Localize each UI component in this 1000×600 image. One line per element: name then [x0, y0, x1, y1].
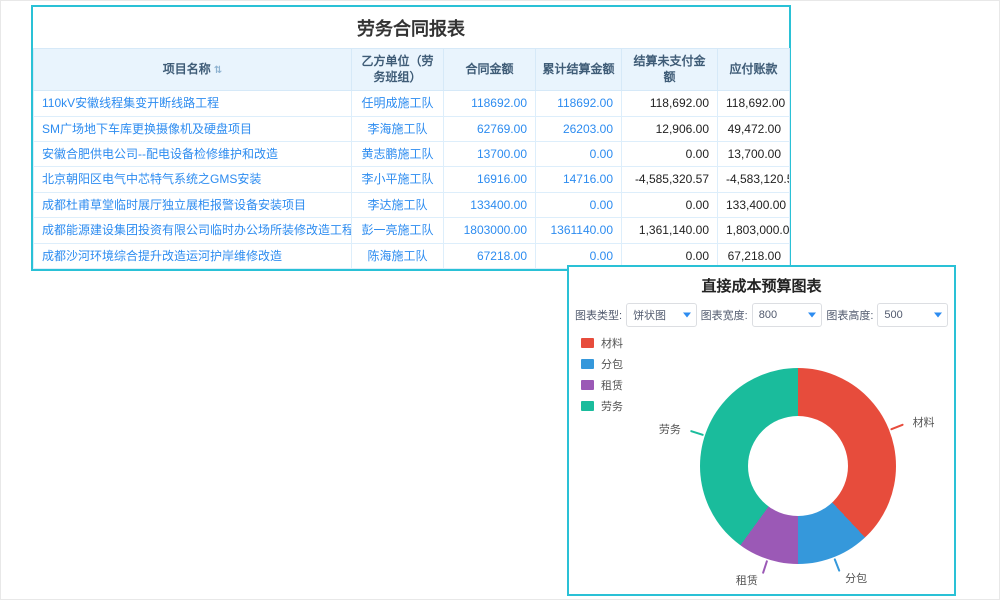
chart-type-value: 饼状图 — [633, 307, 666, 323]
chart-legend: 材料分包租赁劳务 — [581, 335, 623, 414]
report-table-header: 项目名称⇅ 乙方单位（劳务班组） 合同金额 累计结算金额 结算未支付金额 应付账… — [34, 49, 790, 91]
chevron-down-icon — [808, 313, 816, 318]
cell-contract: 16916.00 — [444, 167, 536, 192]
table-row: 110kV安徽线程集变开断线路工程任明成施工队118692.00118692.0… — [34, 91, 790, 116]
cell-unpaid: 12,906.00 — [622, 116, 718, 141]
donut-hole — [748, 416, 848, 516]
chart-type-select[interactable]: 饼状图 — [626, 303, 697, 327]
legend-item[interactable]: 租赁 — [581, 377, 623, 393]
cell-contract: 13700.00 — [444, 141, 536, 166]
column-header-team: 乙方单位（劳务班组） — [352, 49, 444, 91]
cell-payable: 13,700.00 — [718, 141, 790, 166]
legend-label: 租赁 — [601, 377, 623, 393]
table-row: 北京朝阳区电气中芯特气系统之GMS安装李小平施工队16916.0014716.0… — [34, 167, 790, 192]
legend-label: 劳务 — [601, 398, 623, 414]
cell-unpaid: 1,361,140.00 — [622, 218, 718, 243]
legend-label: 分包 — [601, 356, 623, 372]
cell-settled: 14716.00 — [536, 167, 622, 192]
sort-icon[interactable]: ⇅ — [214, 65, 222, 76]
direct-cost-chart-panel: 直接成本预算图表 图表类型: 饼状图 图表宽度: 800 图表高度: 500 材… — [567, 265, 956, 596]
chart-width-select[interactable]: 800 — [752, 303, 823, 327]
cell-project[interactable]: SM广场地下车库更换摄像机及硬盘项目 — [34, 116, 352, 141]
chart-height-value: 500 — [884, 309, 902, 321]
cell-settled: 118692.00 — [536, 91, 622, 116]
column-header-label: 项目名称 — [163, 62, 211, 76]
cell-team: 任明成施工队 — [352, 91, 444, 116]
chart-height-select[interactable]: 500 — [877, 303, 948, 327]
slice-leader-line — [690, 430, 704, 436]
chart-height-label: 图表高度: — [826, 307, 873, 323]
legend-item[interactable]: 材料 — [581, 335, 623, 351]
table-row: 成都能源建设集团投资有限公司临时办公场所装修改造工程EPC彭一亮施工队18030… — [34, 218, 790, 243]
chart-width-value: 800 — [759, 309, 777, 321]
cell-team: 彭一亮施工队 — [352, 218, 444, 243]
legend-swatch — [581, 338, 594, 348]
cell-team: 陈海施工队 — [352, 243, 444, 268]
cell-payable: -4,583,120.57 — [718, 167, 790, 192]
cell-payable: 49,472.00 — [718, 116, 790, 141]
table-row: SM广场地下车库更换摄像机及硬盘项目李海施工队62769.0026203.001… — [34, 116, 790, 141]
cell-team: 李小平施工队 — [352, 167, 444, 192]
column-header-settled-amount: 累计结算金额 — [536, 49, 622, 91]
report-title: 劳务合同报表 — [33, 7, 789, 48]
cell-contract: 1803000.00 — [444, 218, 536, 243]
cell-project[interactable]: 安徽合肥供电公司--配电设备检修维护和改造 — [34, 141, 352, 166]
slice-label: 材料 — [913, 414, 935, 430]
labor-contract-report-panel: 劳务合同报表 项目名称⇅ 乙方单位（劳务班组） 合同金额 累计结算金额 结算未支… — [31, 5, 791, 271]
cell-contract: 118692.00 — [444, 91, 536, 116]
cell-team: 黄志鹏施工队 — [352, 141, 444, 166]
chart-controls: 图表类型: 饼状图 图表宽度: 800 图表高度: 500 — [569, 301, 954, 327]
legend-item[interactable]: 劳务 — [581, 398, 623, 414]
slice-leader-line — [834, 558, 841, 572]
chart-title: 直接成本预算图表 — [569, 267, 954, 301]
cell-project[interactable]: 成都杜甫草堂临时展厅独立展柜报警设备安装项目 — [34, 192, 352, 217]
legend-label: 材料 — [601, 335, 623, 351]
cell-unpaid: 118,692.00 — [622, 91, 718, 116]
cell-unpaid: 0.00 — [622, 141, 718, 166]
chart-width-label: 图表宽度: — [701, 307, 748, 323]
cell-settled: 0.00 — [536, 192, 622, 217]
cell-contract: 62769.00 — [444, 116, 536, 141]
cell-settled: 0.00 — [536, 141, 622, 166]
cell-project[interactable]: 成都能源建设集团投资有限公司临时办公场所装修改造工程EPC — [34, 218, 352, 243]
cell-payable: 1,803,000.00 — [718, 218, 790, 243]
chevron-down-icon — [683, 313, 691, 318]
table-row: 成都杜甫草堂临时展厅独立展柜报警设备安装项目李达施工队133400.000.00… — [34, 192, 790, 217]
column-header-unpaid-amount: 结算未支付金额 — [622, 49, 718, 91]
cell-team: 李海施工队 — [352, 116, 444, 141]
cell-unpaid: 0.00 — [622, 192, 718, 217]
cell-payable: 133,400.00 — [718, 192, 790, 217]
legend-swatch — [581, 401, 594, 411]
column-header-project[interactable]: 项目名称⇅ — [34, 49, 352, 91]
column-header-contract-amount: 合同金额 — [444, 49, 536, 91]
pie-chart-area: 材料分包租赁劳务 材料分包租赁劳务 — [569, 331, 954, 599]
cell-project[interactable]: 北京朝阳区电气中芯特气系统之GMS安装 — [34, 167, 352, 192]
legend-item[interactable]: 分包 — [581, 356, 623, 372]
slice-leader-line — [890, 423, 904, 430]
cell-settled: 26203.00 — [536, 116, 622, 141]
legend-swatch — [581, 380, 594, 390]
slice-label: 劳务 — [659, 421, 681, 437]
slice-label: 租赁 — [736, 572, 758, 588]
report-table-body: 110kV安徽线程集变开断线路工程任明成施工队118692.00118692.0… — [34, 91, 790, 269]
column-header-payable: 应付账款 — [718, 49, 790, 91]
cell-team: 李达施工队 — [352, 192, 444, 217]
cell-contract: 67218.00 — [444, 243, 536, 268]
cell-unpaid: -4,585,320.57 — [622, 167, 718, 192]
table-row: 安徽合肥供电公司--配电设备检修维护和改造黄志鹏施工队13700.000.000… — [34, 141, 790, 166]
legend-swatch — [581, 359, 594, 369]
cell-contract: 133400.00 — [444, 192, 536, 217]
cell-settled: 1361140.00 — [536, 218, 622, 243]
slice-label: 分包 — [845, 570, 867, 586]
chevron-down-icon — [934, 313, 942, 318]
chart-type-label: 图表类型: — [575, 307, 622, 323]
cell-project[interactable]: 110kV安徽线程集变开断线路工程 — [34, 91, 352, 116]
cell-payable: 118,692.00 — [718, 91, 790, 116]
slice-leader-line — [762, 560, 768, 574]
cell-project[interactable]: 成都沙河环境综合提升改造运河护岸维修改造 — [34, 243, 352, 268]
report-table: 项目名称⇅ 乙方单位（劳务班组） 合同金额 累计结算金额 结算未支付金额 应付账… — [33, 48, 790, 269]
